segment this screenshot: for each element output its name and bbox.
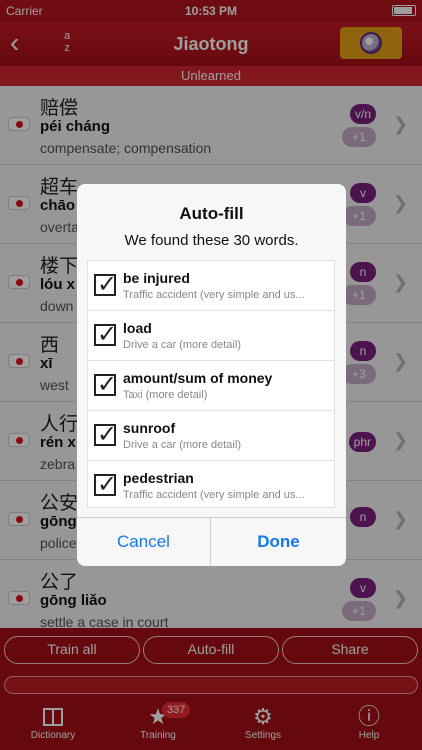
word-label: pedestrian xyxy=(123,470,194,486)
done-button[interactable]: Done xyxy=(211,517,346,566)
topic-label: Taxi (more detail) xyxy=(123,389,208,401)
word-label: be injured xyxy=(123,270,190,286)
checkbox[interactable] xyxy=(94,420,117,449)
word-option[interactable]: sunroof Drive a car (more detail) xyxy=(88,411,334,461)
checkbox[interactable] xyxy=(94,320,117,349)
word-option[interactable]: load Drive a car (more detail) xyxy=(88,311,334,361)
word-option[interactable]: be injured Traffic accident (very simple… xyxy=(88,261,334,311)
cancel-button[interactable]: Cancel xyxy=(77,517,211,566)
word-option[interactable]: amount/sum of money Taxi (more detail) xyxy=(88,361,334,411)
checkbox[interactable] xyxy=(94,370,117,399)
auto-fill-dialog: Auto-fill We found these 30 words. be in… xyxy=(77,184,346,566)
checkbox[interactable] xyxy=(94,470,117,499)
word-label: amount/sum of money xyxy=(123,370,273,386)
topic-label: Drive a car (more detail) xyxy=(123,339,241,351)
word-option[interactable]: pedestrian Traffic accident (very simple… xyxy=(88,461,334,507)
found-words-list[interactable]: be injured Traffic accident (very simple… xyxy=(87,260,335,508)
dialog-title: Auto-fill xyxy=(179,204,244,223)
topic-label: Drive a car (more detail) xyxy=(123,439,241,451)
topic-label: Traffic accident (very simple and us... xyxy=(123,289,305,301)
dialog-message: We found these 30 words. xyxy=(124,232,299,249)
topic-label: Traffic accident (very simple and us... xyxy=(123,489,305,501)
checkbox[interactable] xyxy=(94,270,117,299)
word-label: load xyxy=(123,320,152,336)
word-label: sunroof xyxy=(123,420,176,436)
